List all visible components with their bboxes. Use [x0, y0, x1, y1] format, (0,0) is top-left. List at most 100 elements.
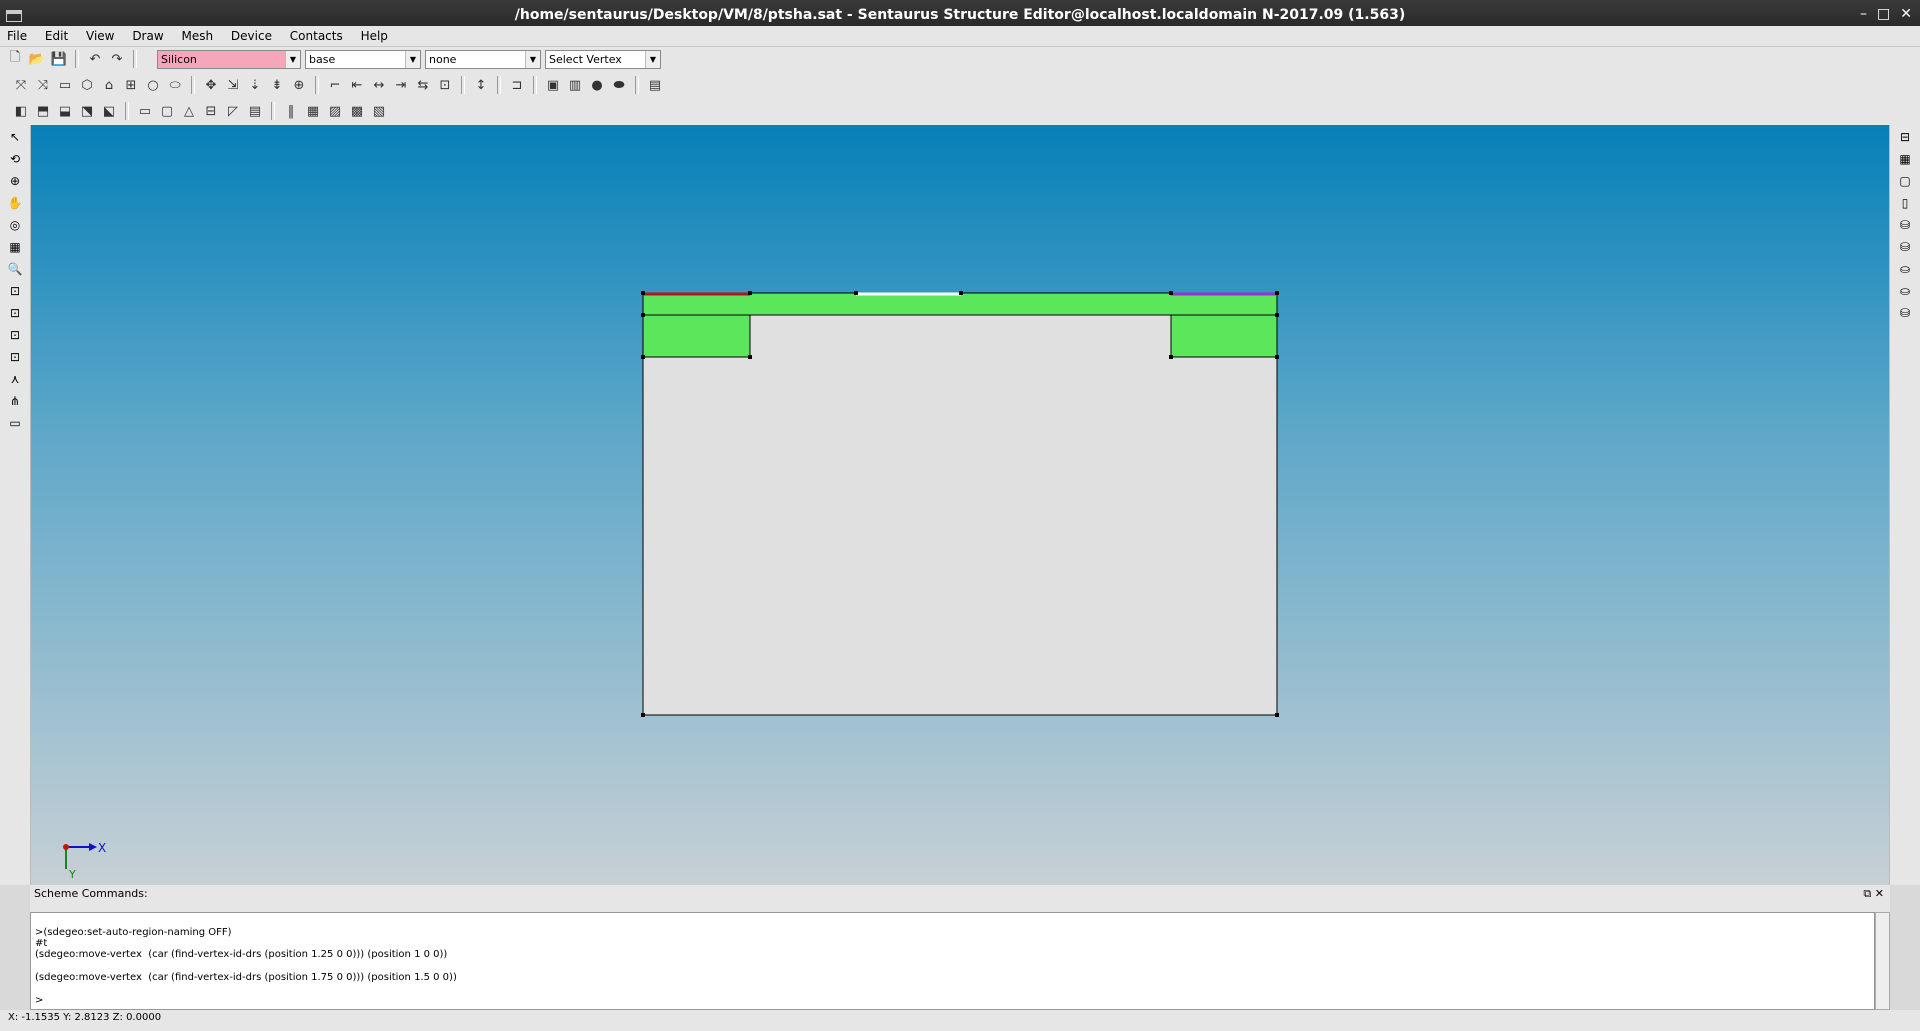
extend-icon[interactable]: ↔ — [370, 76, 388, 94]
menu-device[interactable]: Device — [224, 26, 279, 43]
polygon-tool-icon[interactable]: ⬡ — [78, 76, 96, 94]
left-well-region[interactable] — [642, 314, 751, 358]
doping-colors-icon[interactable]: ▧ — [370, 102, 388, 120]
new-file-icon[interactable]: 🗋 — [6, 50, 24, 68]
material-fill-icon[interactable]: ▨ — [326, 102, 344, 120]
layer2-icon[interactable]: ⛁ — [1894, 237, 1916, 257]
break-icon[interactable]: ⇥ — [392, 76, 410, 94]
vertex[interactable] — [1169, 291, 1173, 295]
separate-icon[interactable]: ⊐ — [508, 76, 526, 94]
view-zx-icon[interactable]: ⊡ — [4, 347, 26, 367]
float-panel-icon[interactable]: ⧉ — [1863, 887, 1871, 900]
menu-draw[interactable]: Draw — [125, 26, 170, 43]
vertex[interactable] — [854, 291, 858, 295]
pan-hand-icon[interactable]: ✋ — [4, 193, 26, 213]
move-vertex-icon[interactable]: ✥ — [202, 76, 220, 94]
vertex[interactable] — [748, 355, 752, 359]
extrude-icon[interactable]: ↕ — [472, 76, 490, 94]
chamfer-icon[interactable]: ⇤ — [348, 76, 366, 94]
zoom-in-icon[interactable]: ⊕ — [4, 171, 26, 191]
material-select[interactable]: Silicon ▼ — [157, 50, 301, 69]
redo-icon[interactable]: ↷ — [108, 50, 126, 68]
wireframe-icon[interactable]: ⬒ — [34, 102, 52, 120]
refinement-poly-icon[interactable]: △ — [180, 102, 198, 120]
layer1-icon[interactable]: ⛁ — [1894, 215, 1916, 235]
selection-mode-select[interactable]: Select Vertex ▼ — [545, 50, 661, 69]
rectangle-tool-icon[interactable]: ▭ — [56, 76, 74, 94]
minimize-icon[interactable]: – — [1860, 6, 1867, 22]
contact-select[interactable]: none ▼ — [425, 50, 541, 69]
open-file-icon[interactable]: 📂 — [28, 50, 46, 68]
undo-icon[interactable]: ↶ — [86, 50, 104, 68]
menu-mesh[interactable]: Mesh — [174, 26, 220, 43]
graphics-viewport[interactable]: X Y — [31, 125, 1890, 885]
scheme-output[interactable]: >(sdegeo:set-auto-region-naming OFF) #t (s… — [30, 912, 1875, 1010]
view-xz-icon[interactable]: ⊡ — [4, 303, 26, 323]
refinement-window-icon[interactable]: ▢ — [158, 102, 176, 120]
vertex[interactable] — [1275, 355, 1279, 359]
measure-icon[interactable]: ▭ — [4, 413, 26, 433]
vertex[interactable] — [641, 355, 645, 359]
doping-external-icon[interactable]: ▤ — [246, 102, 264, 120]
structure-canvas[interactable]: X Y — [31, 125, 1890, 885]
cuboid-icon[interactable]: ▣ — [544, 76, 562, 94]
view-iso-icon[interactable]: ⋏ — [4, 369, 26, 389]
sphere-icon[interactable]: ● — [588, 76, 606, 94]
ellipsoid-icon[interactable]: ⬬ — [610, 76, 628, 94]
vertex[interactable] — [641, 313, 645, 317]
close-icon[interactable]: ✕ — [1900, 6, 1912, 22]
trim-icon[interactable]: ⇟ — [268, 76, 286, 94]
render-mode-icon[interactable]: ◧ — [12, 102, 30, 120]
layer3-icon[interactable]: ⛀ — [1894, 259, 1916, 279]
zoom-fit-icon[interactable]: 🔍 — [4, 259, 26, 279]
menu-contacts[interactable]: Contacts — [283, 26, 350, 43]
view-xy-icon[interactable]: ⊡ — [4, 281, 26, 301]
menu-view[interactable]: View — [79, 26, 121, 43]
maximize-icon[interactable]: □ — [1877, 6, 1890, 22]
page-icon[interactable]: ▯ — [1894, 193, 1916, 213]
hidden-line-icon[interactable]: ⬔ — [78, 102, 96, 120]
layer5-icon[interactable]: ⛁ — [1894, 303, 1916, 323]
mesh-grid-icon[interactable]: ▦ — [304, 102, 322, 120]
vertex[interactable] — [748, 291, 752, 295]
command-scrollbar[interactable] — [1875, 912, 1890, 1010]
grid-icon[interactable]: ▦ — [4, 237, 26, 257]
vertex[interactable] — [641, 713, 645, 717]
vertex[interactable] — [1275, 313, 1279, 317]
doping-constant-icon[interactable]: ⊟ — [202, 102, 220, 120]
mesh-lines-icon[interactable]: ‖ — [282, 102, 300, 120]
polyline-tool-icon[interactable]: ⌂ — [100, 76, 118, 94]
top-layer-region[interactable] — [642, 292, 1278, 316]
select-arrow-icon[interactable]: ↖ — [4, 127, 26, 147]
insert-icon[interactable]: ⇆ — [414, 76, 432, 94]
region-select[interactable]: base ▼ — [305, 50, 421, 69]
close-panel-icon[interactable]: ✕ — [1875, 887, 1884, 900]
flat-shade-icon[interactable]: ⬕ — [100, 102, 118, 120]
rotate-view-icon[interactable]: ⟲ — [4, 149, 26, 169]
vertex[interactable] — [1275, 291, 1279, 295]
ruled-region-icon[interactable]: ⊞ — [122, 76, 140, 94]
vertex[interactable] — [1275, 713, 1279, 717]
shaded-icon[interactable]: ⬓ — [56, 102, 74, 120]
view-reset-icon[interactable]: ⋔ — [4, 391, 26, 411]
region-colors-icon[interactable]: ▩ — [348, 102, 366, 120]
save-icon[interactable]: 💾 — [50, 50, 68, 68]
edge-tool-icon[interactable]: ⤨ — [34, 76, 52, 94]
menu-help[interactable]: Help — [354, 26, 395, 43]
ellipse-tool-icon[interactable]: ⬭ — [166, 76, 184, 94]
render-options-icon[interactable]: ⊟ — [1894, 127, 1916, 147]
refinement-box-icon[interactable]: ▭ — [136, 102, 154, 120]
vertex[interactable] — [641, 291, 645, 295]
cylinder-icon[interactable]: ▥ — [566, 76, 584, 94]
split-icon[interactable]: ⇣ — [246, 76, 264, 94]
move-region-icon[interactable]: ⇲ — [224, 76, 242, 94]
right-well-region[interactable] — [1170, 314, 1278, 358]
table-icon[interactable]: ▦ — [1894, 149, 1916, 169]
transform-icon[interactable]: ⊕ — [290, 76, 308, 94]
circle-tool-icon[interactable]: ○ — [144, 76, 162, 94]
vertex[interactable] — [1169, 355, 1173, 359]
vertex[interactable] — [959, 291, 963, 295]
fillet-icon[interactable]: ⌐ — [326, 76, 344, 94]
vertex-tool-icon[interactable]: ⤧ — [12, 76, 30, 94]
layer4-icon[interactable]: ⛀ — [1894, 281, 1916, 301]
